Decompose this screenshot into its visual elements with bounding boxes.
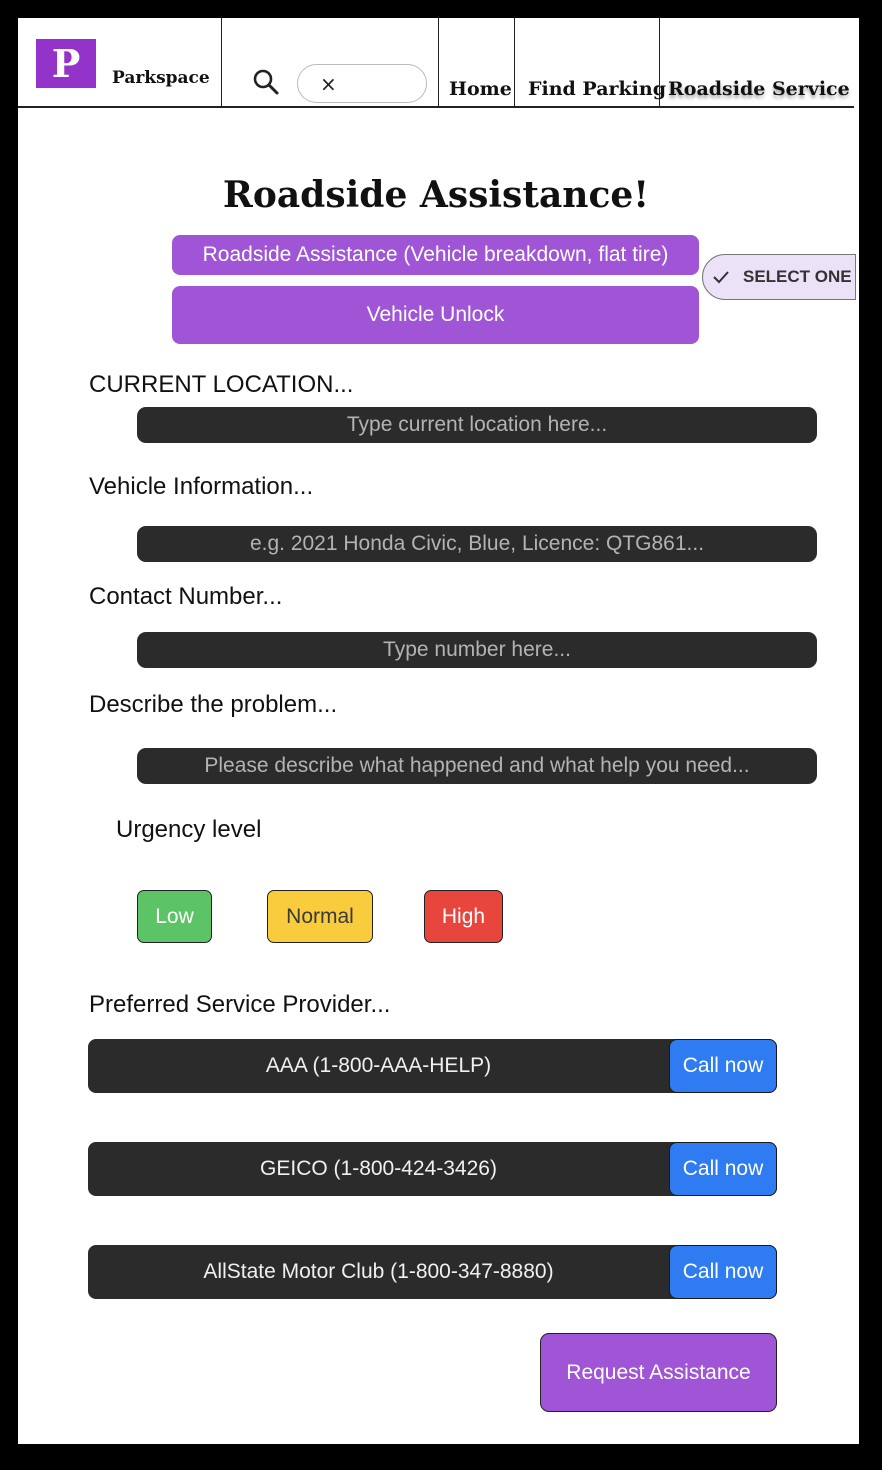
page: P Parkspace × Home Find Parking Roadside… [18, 18, 859, 1444]
search-icon[interactable] [252, 68, 280, 96]
provider-label: Preferred Service Provider... [89, 991, 391, 1018]
select-one-label: SELECT ONE [743, 267, 852, 286]
parkspace-logo[interactable]: P [36, 39, 96, 88]
call-now-button[interactable]: Call now [669, 1245, 777, 1299]
vehicle-label: Vehicle Information... [89, 473, 314, 500]
provider-row-geico[interactable]: GEICO (1-800-424-3426) Call now [88, 1142, 777, 1196]
nav-home[interactable]: Home [449, 78, 512, 100]
contact-label: Contact Number... [89, 583, 283, 610]
header-divider [221, 18, 222, 107]
provider-row-aaa[interactable]: AAA (1-800-AAA-HELP) Call now [88, 1039, 777, 1093]
page-title: Roadside Assistance! [222, 174, 650, 216]
header-divider [659, 18, 660, 107]
call-now-button[interactable]: Call now [669, 1039, 777, 1093]
provider-name: GEICO (1-800-424-3426) [260, 1157, 497, 1180]
location-label: CURRENT LOCATION... [89, 371, 354, 398]
call-now-button[interactable]: Call now [669, 1142, 777, 1196]
select-one-badge: SELECT ONE [702, 254, 856, 300]
problem-input[interactable]: Please describe what happened and what h… [137, 748, 817, 784]
brand-name: Parkspace [112, 68, 210, 88]
option-roadside-assistance[interactable]: Roadside Assistance (Vehicle breakdown, … [172, 235, 699, 275]
search-input[interactable]: × [297, 64, 427, 103]
option-vehicle-unlock[interactable]: Vehicle Unlock [172, 286, 699, 344]
header-bottom-border [18, 106, 854, 108]
provider-name: AAA (1-800-AAA-HELP) [265, 1054, 492, 1077]
header-divider [514, 18, 515, 107]
problem-label: Describe the problem... [89, 691, 338, 718]
location-input[interactable]: Type current location here... [137, 407, 817, 443]
urgency-label: Urgency level [116, 816, 262, 843]
urgency-high-button[interactable]: High [424, 890, 503, 943]
contact-input[interactable]: Type number here... [137, 632, 817, 668]
close-icon[interactable]: × [320, 72, 337, 96]
provider-name: AllState Motor Club (1-800-347-8880) [203, 1260, 554, 1283]
vehicle-input[interactable]: e.g. 2021 Honda Civic, Blue, Licence: QT… [137, 526, 817, 562]
urgency-low-button[interactable]: Low [137, 890, 212, 943]
header-divider [438, 18, 439, 107]
nav-find-parking[interactable]: Find Parking [528, 78, 666, 100]
nav-roadside-service[interactable]: Roadside Service [668, 78, 850, 100]
request-assistance-button[interactable]: Request Assistance [540, 1333, 777, 1412]
urgency-normal-button[interactable]: Normal [267, 890, 373, 943]
provider-row-allstate[interactable]: AllState Motor Club (1-800-347-8880) Cal… [88, 1245, 777, 1299]
check-icon [713, 271, 729, 284]
